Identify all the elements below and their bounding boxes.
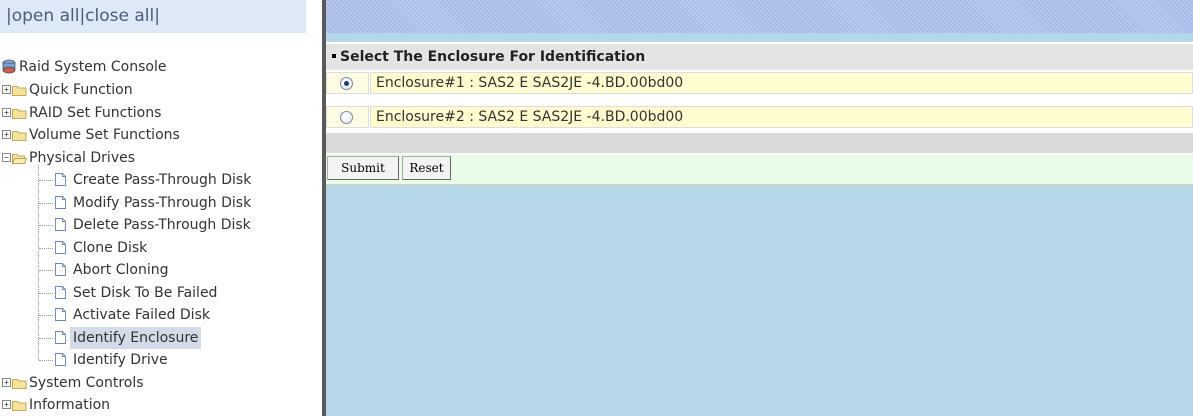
enclosure-panel: Select The Enclosure For Identification … bbox=[326, 42, 1193, 186]
page-icon bbox=[55, 304, 66, 326]
top-banner bbox=[326, 0, 1193, 33]
tree-leaf[interactable]: Set Disk To Be Failed bbox=[39, 282, 220, 304]
separator: | bbox=[154, 6, 160, 26]
folder-open-icon bbox=[12, 147, 27, 169]
tree-item[interactable]: + RAID Set Functions bbox=[2, 102, 164, 124]
content-frame: Select The Enclosure For Identification … bbox=[326, 0, 1193, 416]
enclosure-radio-1[interactable] bbox=[340, 77, 353, 90]
enclosure-label-1: Enclosure#1 : SAS2 E SAS2JE -4.BD.00bd00 bbox=[370, 72, 1193, 94]
enclosure-row-2[interactable]: Enclosure#2 : SAS2 E SAS2JE -4.BD.00bd00 bbox=[326, 106, 1193, 128]
tree-leaf-label: Identify Drive bbox=[73, 352, 168, 368]
tree-connector bbox=[39, 360, 53, 361]
page-icon bbox=[55, 349, 66, 371]
folder-icon bbox=[12, 102, 27, 124]
tree-connector bbox=[39, 202, 53, 204]
page-icon bbox=[55, 327, 66, 349]
page-icon bbox=[55, 214, 66, 236]
plus-icon[interactable]: + bbox=[2, 85, 11, 94]
page-icon bbox=[55, 169, 66, 191]
separator-bar bbox=[326, 133, 1193, 153]
tree-leaf[interactable]: Modify Pass-Through Disk bbox=[39, 192, 254, 214]
folder-icon bbox=[12, 394, 27, 416]
tree-item[interactable]: + System Controls bbox=[2, 372, 147, 394]
tree-item-label: System Controls bbox=[29, 374, 144, 391]
navigation-tree-pane: |open all|close all| Raid System Console… bbox=[0, 0, 322, 416]
radio-cell[interactable] bbox=[326, 106, 369, 128]
plus-icon[interactable]: + bbox=[2, 130, 11, 139]
reset-button[interactable]: Reset bbox=[402, 156, 451, 180]
tree-connector bbox=[39, 315, 53, 316]
radio-cell[interactable] bbox=[326, 72, 369, 94]
page-icon bbox=[55, 259, 66, 281]
tree-item-label: RAID Set Functions bbox=[29, 104, 162, 121]
tree-item-label: Quick Function bbox=[29, 82, 133, 98]
open-all-link[interactable]: open all bbox=[12, 6, 80, 26]
tree-root-label: Raid System Console bbox=[19, 59, 167, 75]
plus-icon[interactable]: + bbox=[2, 400, 11, 409]
tree-leaf-label: Clone Disk bbox=[73, 239, 148, 256]
tree-item[interactable]: + Volume Set Functions bbox=[2, 124, 183, 146]
plus-icon[interactable]: + bbox=[2, 377, 11, 387]
tree-leaf[interactable]: Activate Failed Disk bbox=[39, 304, 213, 326]
tree-connector bbox=[39, 292, 53, 294]
page-icon bbox=[55, 237, 66, 259]
tree-leaf[interactable]: Create Pass-Through Disk bbox=[39, 169, 254, 191]
tree-item[interactable]: + Information bbox=[2, 394, 113, 416]
tree-connector bbox=[39, 337, 53, 339]
tree-connector bbox=[39, 225, 53, 226]
server-icon bbox=[2, 59, 16, 74]
tree-item-label: Physical Drives bbox=[29, 149, 136, 166]
tree-item[interactable]: − Physical Drives bbox=[2, 147, 138, 169]
submit-button[interactable]: Submit bbox=[327, 156, 399, 180]
bullet-icon bbox=[332, 54, 336, 58]
tree-leaf-label: Set Disk To Be Failed bbox=[73, 284, 218, 301]
enclosure-radio-2[interactable] bbox=[340, 111, 353, 124]
tree-leaf[interactable]: Clone Disk bbox=[39, 237, 150, 259]
panel-header: Select The Enclosure For Identification bbox=[326, 44, 1193, 70]
tree-root[interactable]: Raid System Console bbox=[2, 56, 169, 78]
panel-title: Select The Enclosure For Identification bbox=[340, 49, 646, 65]
enclosure-row-1[interactable]: Enclosure#1 : SAS2 E SAS2JE -4.BD.00bd00 bbox=[326, 72, 1193, 94]
tree-connector bbox=[39, 180, 53, 181]
tree-leaf-label: Activate Failed Disk bbox=[73, 307, 210, 323]
plus-icon[interactable]: + bbox=[2, 107, 11, 117]
tree-leaf[interactable]: Delete Pass-Through Disk bbox=[39, 214, 254, 236]
tree-connector bbox=[39, 247, 53, 249]
tree-leaf[interactable]: Identify Enclosure bbox=[39, 326, 202, 349]
folder-icon bbox=[12, 372, 27, 394]
tree-leaf-label: Identify Enclosure bbox=[70, 326, 202, 349]
tree-vertical-connector bbox=[38, 165, 39, 360]
tree-leaf-label: Abort Cloning bbox=[73, 262, 169, 278]
button-bar: Submit Reset bbox=[326, 154, 1193, 186]
tree-connector bbox=[39, 270, 53, 271]
folder-icon bbox=[12, 79, 27, 101]
open-close-bar: |open all|close all| bbox=[0, 0, 306, 33]
tree-leaf-label: Delete Pass-Through Disk bbox=[73, 217, 251, 233]
enclosure-label-2: Enclosure#2 : SAS2 E SAS2JE -4.BD.00bd00 bbox=[370, 106, 1193, 128]
tree-item[interactable]: + Quick Function bbox=[2, 79, 136, 101]
tree-item-label: Information bbox=[29, 397, 111, 413]
close-all-link[interactable]: close all bbox=[85, 6, 154, 26]
folder-icon bbox=[12, 124, 27, 146]
tree-leaf-label: Modify Pass-Through Disk bbox=[73, 194, 252, 211]
tree-leaf[interactable]: Identify Drive bbox=[39, 349, 171, 371]
page-icon bbox=[55, 192, 66, 214]
tree-item-label: Volume Set Functions bbox=[29, 127, 180, 143]
tree-leaf[interactable]: Abort Cloning bbox=[39, 259, 171, 281]
minus-icon[interactable]: − bbox=[2, 152, 11, 162]
page-icon bbox=[55, 282, 66, 304]
tree-leaf-label: Create Pass-Through Disk bbox=[73, 172, 252, 188]
